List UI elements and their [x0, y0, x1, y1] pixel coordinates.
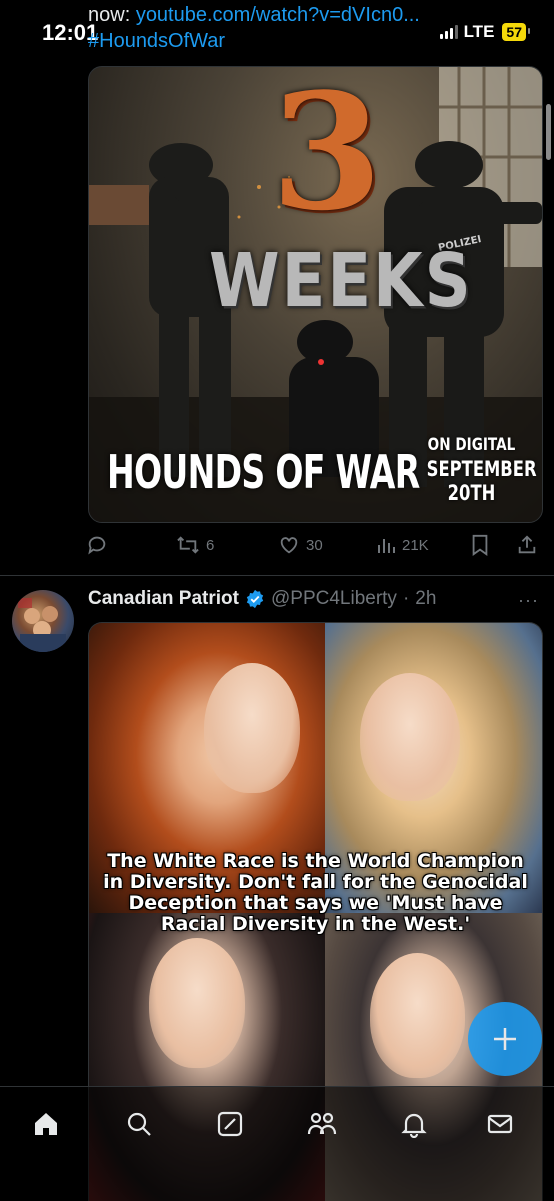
bell-icon [401, 1113, 427, 1138]
tab-search[interactable] [122, 1107, 156, 1141]
poster-release-line2: SEPTEMBER [426, 457, 537, 481]
bookmark-button[interactable] [470, 534, 490, 556]
mail-icon [487, 1114, 513, 1134]
heart-icon [280, 537, 298, 554]
share-button[interactable] [516, 534, 538, 556]
bottom-tab-bar [0, 1086, 554, 1201]
poster-release-date: ON DIGITAL SEPTEMBER 20TH [414, 433, 537, 505]
battery-level: 57 [506, 24, 522, 40]
communities-icon [307, 1112, 337, 1135]
tweet-link[interactable]: youtube.com/watch?v=dVIcn0... [136, 4, 420, 26]
search-icon [127, 1112, 151, 1136]
caption-line: Deception that says we 'Must have [128, 892, 503, 914]
verified-badge-icon [246, 589, 264, 609]
bookmark-icon [472, 534, 488, 556]
portrait-face [149, 938, 245, 1068]
repost-count: 6 [206, 536, 215, 554]
tweet-text: now: youtube.com/watch?v=dVIcn0... #Houn… [88, 2, 420, 54]
tab-messages[interactable] [483, 1107, 517, 1141]
battery-icon: 57 [502, 23, 530, 41]
tweet-media-poster[interactable]: POLIZEI 3 WEEKS HOUNDS OF WAR ON DIGITAL… [88, 66, 543, 523]
scrollbar-thumb[interactable] [546, 104, 551, 160]
share-icon [518, 535, 536, 554]
like-button[interactable]: 30 [278, 534, 323, 556]
views-chart-icon [378, 539, 395, 553]
poster-release-line1: ON DIGITAL [427, 435, 516, 455]
tab-notifications[interactable] [397, 1107, 431, 1141]
author-name[interactable]: Canadian Patriot [88, 588, 239, 610]
avatar-image [18, 598, 66, 652]
avatar[interactable] [12, 590, 74, 652]
poster-weeks-text: WEEKS [209, 239, 473, 325]
portrait-face [370, 953, 465, 1078]
separator-dot: · [402, 588, 410, 609]
tweet-time[interactable]: 2h [415, 588, 436, 610]
tweet-actions: 6 30 21K [86, 530, 546, 560]
more-options-icon[interactable]: ··· [518, 590, 539, 611]
signal-icon [439, 25, 458, 39]
image-caption-text: The White Race is the World Champion in … [89, 851, 542, 935]
portrait-face [204, 663, 300, 793]
reply-button[interactable] [86, 534, 108, 556]
hashtag-link[interactable]: #HoundsOfWar [88, 30, 225, 52]
repost-button[interactable]: 6 [176, 534, 214, 556]
poster-release-line3: 20TH [447, 481, 496, 505]
tweet-header: Canadian Patriot @PPC4Liberty · 2h [88, 588, 436, 610]
views-count: 21K [402, 536, 429, 554]
status-indicators: LTE 57 [439, 22, 530, 42]
tab-home[interactable] [29, 1107, 63, 1141]
portrait-face [360, 673, 460, 801]
repost-icon [177, 536, 199, 554]
home-icon [35, 1113, 57, 1135]
caption-line: in Diversity. Don't fall for the Genocid… [103, 871, 528, 893]
network-label: LTE [463, 22, 495, 41]
grok-icon [217, 1111, 243, 1137]
caption-line: Racial Diversity in the West.' [160, 913, 471, 935]
views-button[interactable]: 21K [376, 535, 429, 555]
caption-line: The White Race is the World Champion [107, 850, 524, 872]
tab-communities[interactable] [305, 1107, 339, 1141]
poster-countdown-number: 3 [271, 66, 383, 246]
author-handle[interactable]: @PPC4Liberty [271, 588, 397, 610]
like-count: 30 [306, 536, 323, 554]
plus-icon [494, 1028, 516, 1050]
tweet-divider [0, 575, 554, 576]
tweet-text-prefix: now: [88, 4, 136, 26]
poster-title: HOUNDS OF WAR [107, 445, 420, 499]
tab-grok[interactable] [213, 1107, 247, 1141]
compose-button[interactable] [468, 1002, 542, 1076]
reply-icon [88, 536, 106, 555]
